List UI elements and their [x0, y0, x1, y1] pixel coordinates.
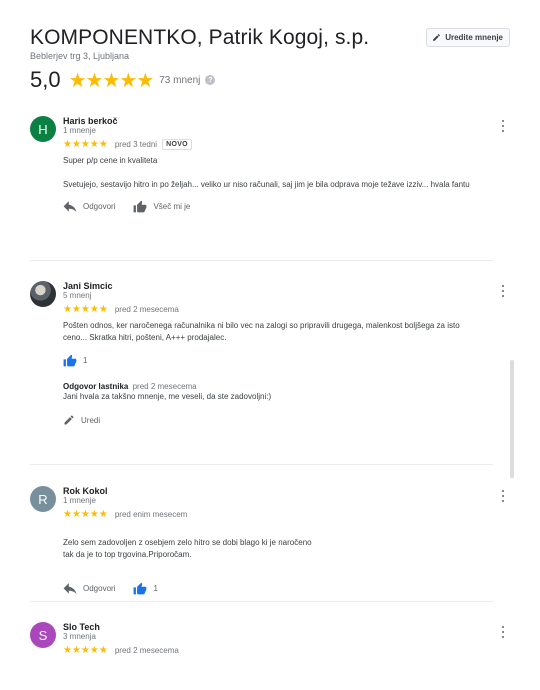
- review-text-line: Zelo sem zadovoljen z osebjem zelo hitro…: [63, 538, 312, 559]
- review-item: R Rok Kokol 1 mnenje ★★★★★ pred enim mes…: [30, 486, 504, 595]
- thumbs-up-icon: [63, 354, 77, 367]
- edit-reply-button[interactable]: Uredi: [63, 414, 100, 426]
- review-item: Jani Simcic 5 mnenj ★★★★★ pred 2 mesecem…: [30, 281, 504, 426]
- review-stars: ★★★★★: [63, 304, 108, 315]
- review-count[interactable]: 73 mnenj: [159, 75, 200, 86]
- thumbs-up-icon: [134, 582, 147, 595]
- avatar[interactable]: S: [30, 622, 56, 648]
- reviewer-name[interactable]: Slo Tech: [63, 622, 490, 632]
- reviewer-review-count[interactable]: 3 mnenja: [63, 632, 490, 641]
- review-text-line: Svetujejo, sestavijo hitro in po željah.…: [63, 180, 470, 189]
- owner-reply-text: Jani hvala za takšno mnenje, me veseli, …: [63, 392, 272, 401]
- divider: [30, 601, 493, 602]
- reviewer-name[interactable]: Jani Simcic: [63, 281, 490, 291]
- more-options-icon[interactable]: [498, 488, 508, 504]
- reviewer-name[interactable]: Rok Kokol: [63, 486, 490, 496]
- reviewer-review-count[interactable]: 1 mnenje: [63, 126, 490, 135]
- owner-reply: Odgovor lastnika pred 2 mesecema Jani hv…: [63, 382, 490, 401]
- edit-review-button[interactable]: Uredite mnenje: [426, 28, 510, 47]
- review-date: pred 3 tedni: [114, 140, 158, 149]
- reply-icon: [63, 200, 77, 212]
- business-address: Beblerjev trg 3, Ljubljana: [30, 51, 130, 61]
- scrollbar[interactable]: [510, 360, 514, 478]
- user-photo-avatar[interactable]: [30, 281, 56, 307]
- avatar[interactable]: R: [30, 486, 56, 512]
- owner-reply-date: pred 2 mesecema: [132, 382, 197, 391]
- more-options-icon[interactable]: [498, 624, 508, 640]
- review-date: pred 2 mesecema: [114, 305, 179, 314]
- reply-label: Odgovori: [83, 584, 116, 593]
- edit-reply-label: Uredi: [81, 415, 101, 425]
- review-item: S Slo Tech 3 mnenja ★★★★★ pred 2 mesecem…: [30, 622, 504, 656]
- review-text-line: Pošten odnos, ker naročenega računalnika…: [63, 321, 460, 342]
- like-count: 1: [153, 584, 158, 593]
- reply-icon: [63, 582, 77, 594]
- review-text: Zelo sem zadovoljen z osebjem zelo hitro…: [63, 525, 490, 573]
- reply-label: Odgovori: [83, 202, 116, 211]
- review-date: pred 2 mesecema: [114, 646, 179, 655]
- reviewer-name[interactable]: Haris berkoč: [63, 116, 490, 126]
- owner-reply-header: Odgovor lastnika pred 2 mesecema: [63, 382, 490, 391]
- review-text-line: Super p/p cene in kvaliteta: [63, 156, 158, 165]
- like-count: 1: [83, 356, 88, 365]
- divider: [30, 464, 493, 465]
- owner-reply-title: Odgovor lastnika: [63, 382, 129, 391]
- reviewer-review-count[interactable]: 5 mnenj: [63, 291, 490, 300]
- like-button[interactable]: Všeč mi je: [133, 200, 190, 213]
- reply-button[interactable]: Odgovori: [63, 200, 116, 213]
- like-button[interactable]: 1: [133, 582, 158, 595]
- rating-value: 5,0: [30, 67, 61, 92]
- reply-button[interactable]: Odgovori: [63, 582, 116, 595]
- rating-stars: ★★★★★: [68, 69, 155, 92]
- review-text: Pošten odnos, ker naročenega računalnika…: [63, 320, 483, 344]
- business-header: KOMPONENTKO, Patrik Kogoj, s.p. Beblerje…: [30, 26, 520, 93]
- like-label: Všeč mi je: [153, 202, 191, 211]
- review-item: H Haris berkoč 1 mnenje ★★★★★ pred 3 ted…: [30, 116, 504, 213]
- rating-summary: 5,0 ★★★★★ 73 mnenj ?: [30, 67, 520, 93]
- edit-review-label: Uredite mnenje: [445, 33, 503, 42]
- help-icon[interactable]: ?: [205, 75, 216, 85]
- new-badge: NOVO: [162, 139, 192, 150]
- review-stars: ★★★★★: [63, 645, 108, 656]
- review-stars: ★★★★★: [63, 139, 108, 150]
- more-options-icon[interactable]: [498, 118, 508, 134]
- like-button[interactable]: 1: [63, 354, 87, 367]
- thumbs-up-icon: [134, 200, 147, 213]
- reviewer-review-count[interactable]: 1 mnenje: [63, 496, 490, 505]
- more-options-icon[interactable]: [498, 283, 508, 299]
- review-stars: ★★★★★: [63, 509, 108, 520]
- pencil-icon: [64, 415, 74, 425]
- review-date: pred enim mesecem: [114, 510, 188, 519]
- divider: [30, 260, 493, 261]
- review-text: Super p/p cene in kvaliteta Svetujejo, s…: [63, 155, 490, 191]
- pencil-icon: [433, 34, 441, 41]
- avatar[interactable]: H: [30, 116, 56, 142]
